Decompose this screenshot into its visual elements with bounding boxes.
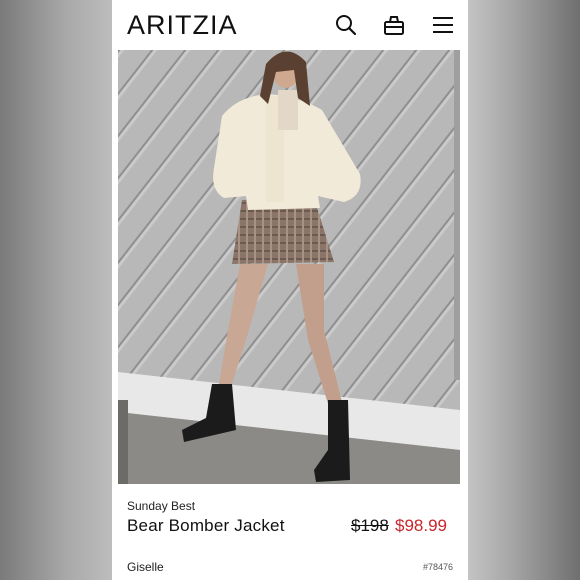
original-price: $198 [351,516,389,535]
product-info-panel: Sunday Best Bear Bomber Jacket $198 $98.… [112,484,468,580]
top-navigation-bar: ARITZIA [112,0,468,50]
app-screen: ARITZIA Sunday Best Bear Bomber Jacket $… [112,0,468,580]
search-icon[interactable] [334,13,358,37]
seller-name[interactable]: Giselle [127,560,164,574]
shopping-bag-icon[interactable] [382,13,406,37]
hamburger-menu-icon[interactable] [431,13,455,37]
product-photo[interactable] [118,50,460,484]
product-brand: Sunday Best [127,499,196,513]
background-blur-left [0,0,112,580]
background-blur-right [468,0,580,580]
brand-logo[interactable]: ARITZIA [127,8,238,42]
product-sku: #78476 [422,562,453,572]
sale-price: $98.99 [395,516,447,535]
product-title[interactable]: Bear Bomber Jacket [127,516,285,536]
